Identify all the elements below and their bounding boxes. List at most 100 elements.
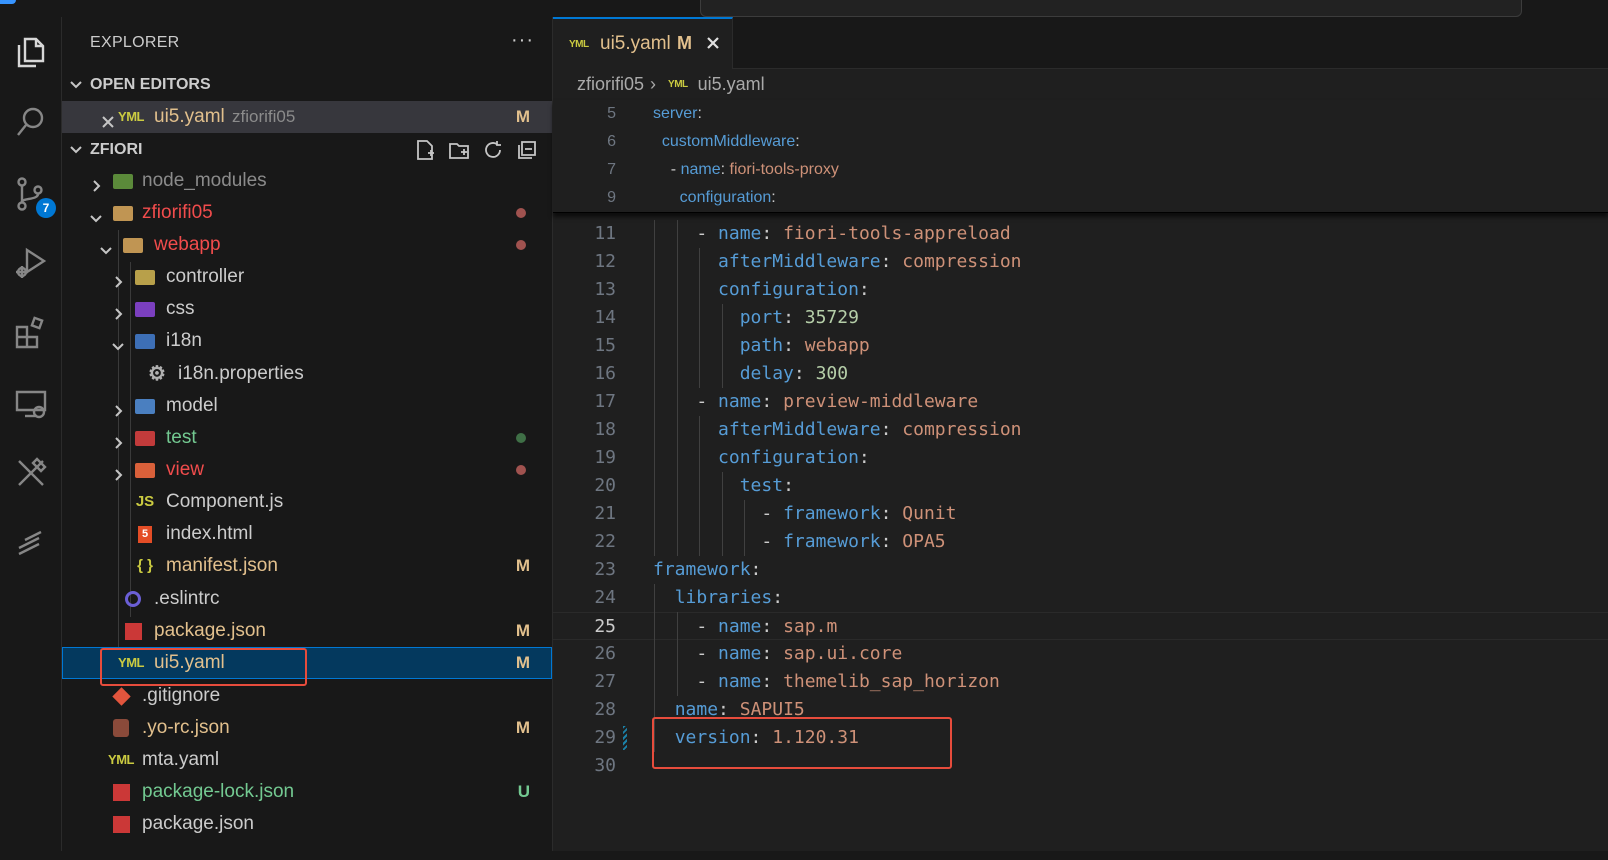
code-line[interactable]: 18 afterMiddleware: compression — [553, 416, 1608, 444]
search-icon[interactable] — [8, 99, 54, 145]
tab-ui5-yaml[interactable]: YML ui5.yaml M — [553, 17, 733, 69]
indent-guide — [676, 472, 678, 500]
tree-item-css[interactable]: css — [62, 293, 552, 325]
command-center[interactable] — [700, 0, 1522, 17]
tree-item-zfiorifi05[interactable]: zfiorifi05 — [62, 197, 552, 229]
remote-explorer-icon[interactable] — [8, 381, 54, 427]
code-line[interactable]: 23 framework: — [553, 556, 1608, 584]
line-number: 28 — [594, 699, 616, 720]
indent-guide — [676, 444, 678, 472]
code-line[interactable]: 7 - name: fiori-tools-proxy — [553, 156, 1608, 184]
refresh-icon[interactable] — [482, 139, 504, 161]
code-line[interactable]: 16 delay: 300 — [553, 360, 1608, 388]
line-text: - framework: OPA5 — [761, 531, 946, 552]
code-line[interactable]: 11 - name: fiori-tools-appreload — [553, 220, 1608, 248]
indent-guide — [654, 500, 655, 528]
close-icon[interactable] — [100, 109, 116, 128]
tree-item-yo-rc-json[interactable]: .yo-rc.json M — [62, 712, 552, 744]
indent-guide — [744, 528, 745, 556]
tree-item-controller[interactable]: controller — [62, 261, 552, 293]
new-file-icon[interactable] — [414, 139, 436, 161]
tree-item-component-js[interactable]: JS Component.js — [62, 486, 552, 518]
indent-guide — [676, 220, 678, 248]
tree-item-manifest-json[interactable]: { } manifest.json M — [62, 550, 552, 582]
title-bar — [0, 0, 1608, 18]
more-actions-icon[interactable]: ··· — [511, 29, 534, 52]
line-number: 20 — [594, 475, 616, 496]
code-line[interactable]: 20 test: — [553, 472, 1608, 500]
indent-guide — [654, 416, 655, 444]
workspace-header[interactable]: ZFIORI — [62, 137, 552, 165]
breadcrumb-folder[interactable]: zfiorifi05 — [577, 74, 644, 95]
line-text: configuration: — [718, 447, 870, 468]
indent-guide — [654, 248, 655, 276]
indent-guide — [654, 444, 655, 472]
highlight-box — [100, 648, 307, 686]
code-line[interactable]: 19 configuration: — [553, 444, 1608, 472]
tree-item-view[interactable]: view — [62, 454, 552, 486]
indent-guide — [654, 472, 655, 500]
error-dot — [516, 465, 526, 475]
tree-item-mta-yaml[interactable]: YML mta.yaml — [62, 744, 552, 776]
code-line[interactable]: 14 port: 35729 — [553, 304, 1608, 332]
code-line[interactable]: 25 - name: sap.m — [553, 612, 1608, 640]
tree-item-webapp[interactable]: webapp — [62, 229, 552, 261]
error-dot — [516, 208, 526, 218]
untracked-dot — [516, 433, 526, 443]
run-debug-icon[interactable] — [8, 240, 54, 286]
code-line[interactable]: 24 libraries: — [553, 584, 1608, 612]
code-line[interactable]: 6 customMiddleware: — [553, 128, 1608, 156]
indent-guide — [699, 360, 700, 388]
breadcrumb-file[interactable]: ui5.yaml — [698, 74, 765, 95]
collapse-all-icon[interactable] — [516, 139, 538, 161]
close-icon[interactable] — [705, 35, 721, 51]
indent-guide — [676, 528, 678, 556]
code-line[interactable]: 22 - framework: OPA5 — [553, 528, 1608, 556]
code-line[interactable]: 13 configuration: — [553, 276, 1608, 304]
code-line[interactable]: 5 server: — [553, 100, 1608, 128]
line-text: afterMiddleware: compression — [718, 251, 1022, 272]
tree-item-package-json[interactable]: package.json M — [62, 615, 552, 647]
new-folder-icon[interactable] — [448, 139, 470, 161]
line-number: 9 — [607, 189, 616, 206]
modified-gutter-marker — [623, 726, 627, 750]
open-editors-header[interactable]: OPEN EDITORS — [62, 72, 552, 100]
i18n-folder-icon — [134, 331, 156, 351]
code-line[interactable]: 9 configuration: — [553, 184, 1608, 212]
code-line[interactable]: 12 afterMiddleware: compression — [553, 248, 1608, 276]
chevron-down-icon — [70, 146, 82, 154]
json-file-icon: { } — [137, 557, 153, 574]
tree-item-index-html[interactable]: 5 index.html — [62, 518, 552, 550]
line-text: test: — [739, 475, 794, 496]
tree-item-package-lock-json[interactable]: package-lock.json U — [62, 776, 552, 808]
line-number: 14 — [594, 307, 616, 328]
line-number: 16 — [594, 363, 616, 384]
indent-guide — [744, 500, 745, 528]
sap-tools-icon[interactable] — [8, 450, 54, 496]
fiori-icon[interactable] — [8, 521, 54, 567]
tree-item-test[interactable]: test — [62, 422, 552, 454]
tree-item-eslintrc[interactable]: .eslintrc — [62, 583, 552, 615]
indent-guide — [654, 528, 655, 556]
explorer-icon[interactable] — [8, 29, 54, 75]
code-line[interactable]: 17 - name: preview-middleware — [553, 388, 1608, 416]
git-file-icon — [110, 686, 132, 706]
code-line[interactable]: 26 - name: sap.ui.core — [553, 640, 1608, 668]
line-text: configuration: — [718, 279, 870, 300]
explorer-title: EXPLORER — [90, 34, 180, 51]
open-editor-item[interactable]: YML ui5.yaml zfiorifi05 M — [62, 101, 552, 133]
gear-icon: ⚙ — [148, 363, 166, 385]
extensions-icon[interactable] — [8, 310, 54, 356]
code-line[interactable]: 15 path: webapp — [553, 332, 1608, 360]
npm-file-icon — [110, 814, 132, 834]
tree-item-node-modules[interactable]: node_modules — [62, 165, 552, 197]
code-line[interactable]: 21 - framework: Qunit — [553, 500, 1608, 528]
line-text: customMiddleware: — [661, 133, 800, 150]
code-line[interactable]: 27 - name: themelib_sap_horizon — [553, 668, 1608, 696]
source-control-icon[interactable]: 7 — [8, 171, 56, 218]
tree-item-package-json-root[interactable]: package.json — [62, 808, 552, 840]
tree-item-i18n[interactable]: i18n — [62, 325, 552, 357]
tree-item-model[interactable]: model — [62, 390, 552, 422]
tree-item-i18n-properties[interactable]: ⚙ i18n.properties — [62, 358, 552, 390]
line-text: - name: sap.ui.core — [696, 643, 903, 664]
